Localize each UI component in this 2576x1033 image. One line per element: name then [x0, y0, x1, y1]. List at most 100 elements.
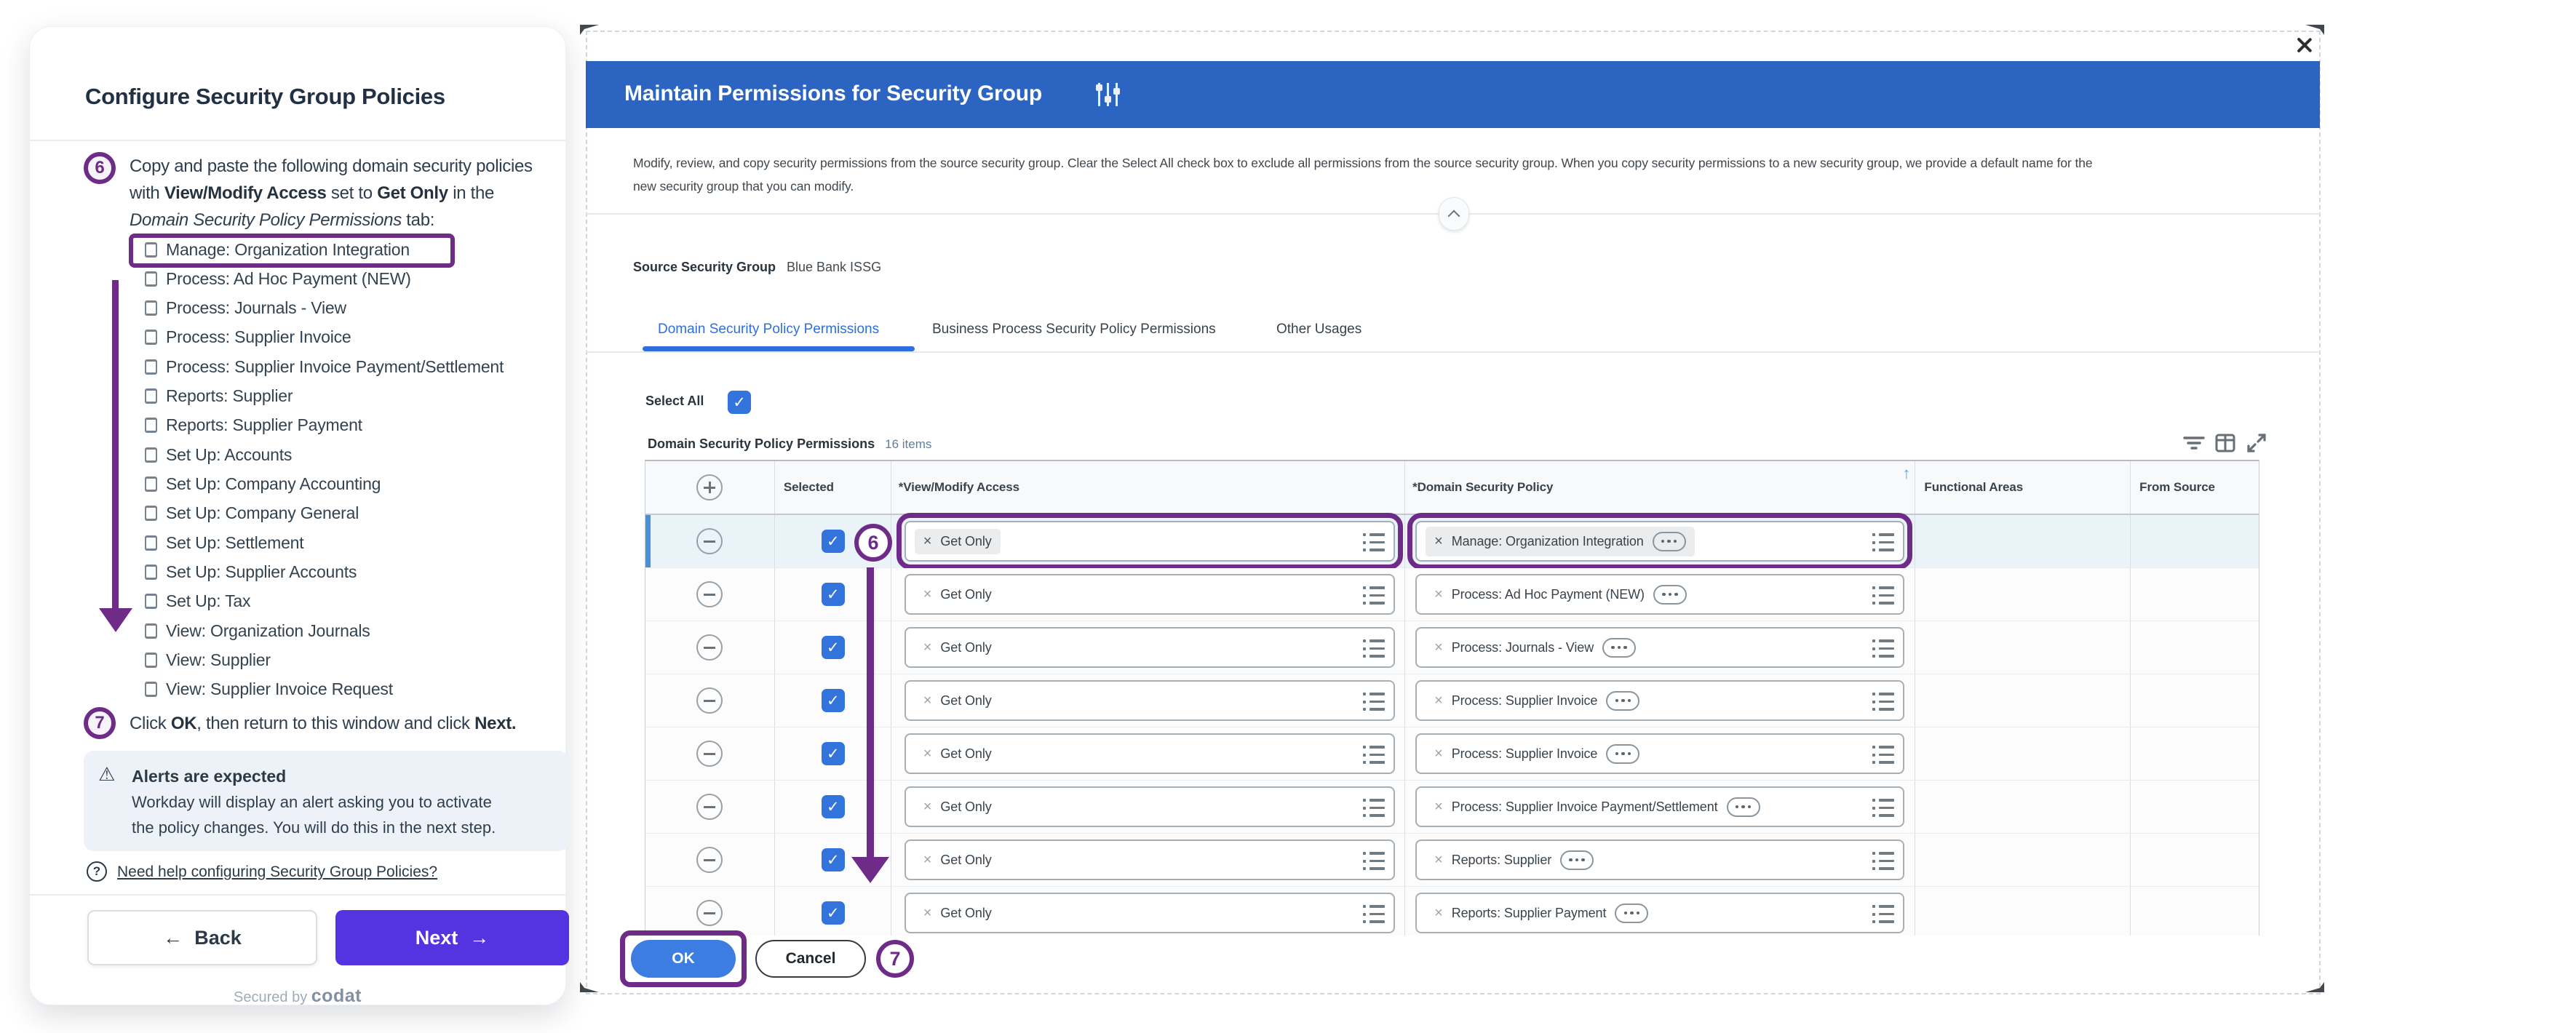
related-actions-icon[interactable]: [1653, 532, 1686, 551]
tab-business-process-security-policy-permissions[interactable]: Business Process Security Policy Permiss…: [932, 322, 1216, 338]
policy-list-item[interactable]: Process: Journals - View: [145, 294, 346, 323]
prompt-field[interactable]: ×Process: Supplier Invoice: [1415, 733, 1904, 774]
prompt-field[interactable]: ×Get Only: [905, 574, 1395, 615]
settings-sliders-icon[interactable]: [1096, 82, 1121, 107]
prompt-list-icon[interactable]: [1363, 693, 1385, 711]
prompt-field[interactable]: ×Get Only: [905, 839, 1395, 880]
prompt-field[interactable]: ×Get Only: [905, 733, 1395, 774]
tab-domain-security-policy-permissions[interactable]: Domain Security Policy Permissions: [658, 322, 879, 338]
remove-value-icon[interactable]: ×: [923, 693, 932, 708]
remove-value-icon[interactable]: ×: [1434, 746, 1443, 761]
policy-list-item[interactable]: Set Up: Company Accounting: [145, 470, 381, 499]
prompt-list-icon[interactable]: [1363, 852, 1385, 870]
policy-list-item[interactable]: View: Supplier: [145, 646, 271, 675]
policy-list-item[interactable]: Process: Supplier Invoice: [145, 323, 351, 352]
related-actions-icon[interactable]: [1615, 904, 1648, 923]
prompt-list-icon[interactable]: [1872, 639, 1894, 658]
remove-row-icon[interactable]: [696, 741, 723, 767]
remove-value-icon[interactable]: ×: [923, 746, 932, 761]
prompt-field[interactable]: ×Get Only: [905, 786, 1395, 827]
remove-value-icon[interactable]: ×: [1434, 640, 1443, 655]
row-checkbox[interactable]: ✓: [822, 742, 845, 765]
tab-other-usages[interactable]: Other Usages: [1276, 322, 1361, 338]
related-actions-icon[interactable]: [1560, 850, 1594, 870]
remove-value-icon[interactable]: ×: [923, 853, 932, 867]
policy-list-item[interactable]: Process: Supplier Invoice Payment/Settle…: [145, 352, 504, 381]
prompt-field[interactable]: ×Reports: Supplier: [1415, 839, 1904, 880]
prompt-list-icon[interactable]: [1872, 852, 1894, 870]
remove-value-icon[interactable]: ×: [1434, 853, 1443, 867]
remove-value-icon[interactable]: ×: [1434, 534, 1443, 549]
related-actions-icon[interactable]: [1727, 797, 1760, 817]
remove-value-icon[interactable]: ×: [923, 906, 932, 920]
remove-row-icon[interactable]: [696, 528, 723, 554]
prompt-list-icon[interactable]: [1872, 746, 1894, 764]
sort-ascending-icon[interactable]: ↑: [1902, 464, 1910, 483]
remove-value-icon[interactable]: ×: [923, 534, 932, 549]
prompt-list-icon[interactable]: [1363, 639, 1385, 658]
next-button[interactable]: Next →: [335, 910, 569, 965]
remove-value-icon[interactable]: ×: [1434, 693, 1443, 708]
back-button[interactable]: ← Back: [87, 910, 317, 965]
prompt-field[interactable]: ×Process: Supplier Invoice Payment/Settl…: [1415, 786, 1904, 827]
policy-list-item[interactable]: View: Supplier Invoice Request: [145, 675, 393, 704]
prompt-field[interactable]: ×Get Only: [905, 521, 1395, 562]
related-actions-icon[interactable]: [1606, 691, 1639, 711]
remove-value-icon[interactable]: ×: [1434, 906, 1443, 920]
remove-row-icon[interactable]: [696, 634, 723, 661]
remove-value-icon[interactable]: ×: [923, 587, 932, 602]
prompt-field[interactable]: ×Manage: Organization Integration: [1415, 521, 1904, 562]
expand-grid-icon[interactable]: [2246, 432, 2267, 454]
related-actions-icon[interactable]: [1653, 585, 1687, 605]
row-checkbox[interactable]: ✓: [822, 636, 845, 659]
prompt-list-icon[interactable]: [1363, 746, 1385, 764]
prompt-field[interactable]: ×Process: Journals - View: [1415, 627, 1904, 668]
related-actions-icon[interactable]: [1606, 744, 1639, 764]
remove-row-icon[interactable]: [696, 581, 723, 607]
cancel-button[interactable]: Cancel: [755, 940, 866, 978]
prompt-list-icon[interactable]: [1872, 693, 1894, 711]
prompt-list-icon[interactable]: [1363, 799, 1385, 817]
remove-row-icon[interactable]: [696, 687, 723, 714]
prompt-list-icon[interactable]: [1363, 533, 1385, 551]
remove-value-icon[interactable]: ×: [1434, 799, 1443, 814]
row-checkbox[interactable]: ✓: [822, 848, 845, 872]
column-settings-icon[interactable]: [2214, 432, 2236, 454]
remove-row-icon[interactable]: [696, 794, 723, 820]
row-checkbox[interactable]: ✓: [822, 583, 845, 606]
row-checkbox[interactable]: ✓: [822, 530, 845, 553]
prompt-field[interactable]: ×Get Only: [905, 680, 1395, 721]
row-checkbox[interactable]: ✓: [822, 901, 845, 925]
prompt-list-icon[interactable]: [1363, 586, 1385, 605]
remove-row-icon[interactable]: [696, 847, 723, 873]
remove-value-icon[interactable]: ×: [1434, 587, 1443, 602]
related-actions-icon[interactable]: [1602, 638, 1636, 658]
prompt-field[interactable]: ×Process: Ad Hoc Payment (NEW): [1415, 574, 1904, 615]
prompt-list-icon[interactable]: [1872, 586, 1894, 605]
help-link[interactable]: Need help configuring Security Group Pol…: [117, 864, 437, 881]
row-checkbox[interactable]: ✓: [822, 795, 845, 818]
policy-list-item[interactable]: Set Up: Tax: [145, 587, 250, 616]
policy-list-item[interactable]: Reports: Supplier Payment: [145, 411, 362, 440]
policy-list-item[interactable]: Reports: Supplier: [145, 382, 293, 411]
close-icon[interactable]: [2292, 33, 2315, 57]
add-row-icon[interactable]: [696, 474, 723, 500]
policy-list-item[interactable]: Set Up: Company General: [145, 499, 359, 528]
prompt-list-icon[interactable]: [1872, 533, 1894, 551]
prompt-field[interactable]: ×Process: Supplier Invoice: [1415, 680, 1904, 721]
policy-list-item[interactable]: Set Up: Supplier Accounts: [145, 558, 357, 587]
prompt-field[interactable]: ×Get Only: [905, 893, 1395, 933]
policy-list-item[interactable]: Set Up: Settlement: [145, 528, 303, 557]
remove-row-icon[interactable]: [696, 900, 723, 926]
prompt-list-icon[interactable]: [1363, 905, 1385, 923]
filter-icon[interactable]: [2183, 432, 2205, 454]
policy-list-item[interactable]: Set Up: Accounts: [145, 440, 292, 469]
prompt-field[interactable]: ×Get Only: [905, 627, 1395, 668]
ok-button[interactable]: OK: [631, 940, 736, 978]
prompt-list-icon[interactable]: [1872, 905, 1894, 923]
row-checkbox[interactable]: ✓: [822, 689, 845, 712]
remove-value-icon[interactable]: ×: [923, 799, 932, 814]
prompt-field[interactable]: ×Reports: Supplier Payment: [1415, 893, 1904, 933]
policy-list-item[interactable]: Process: Ad Hoc Payment (NEW): [145, 264, 411, 293]
remove-value-icon[interactable]: ×: [923, 640, 932, 655]
